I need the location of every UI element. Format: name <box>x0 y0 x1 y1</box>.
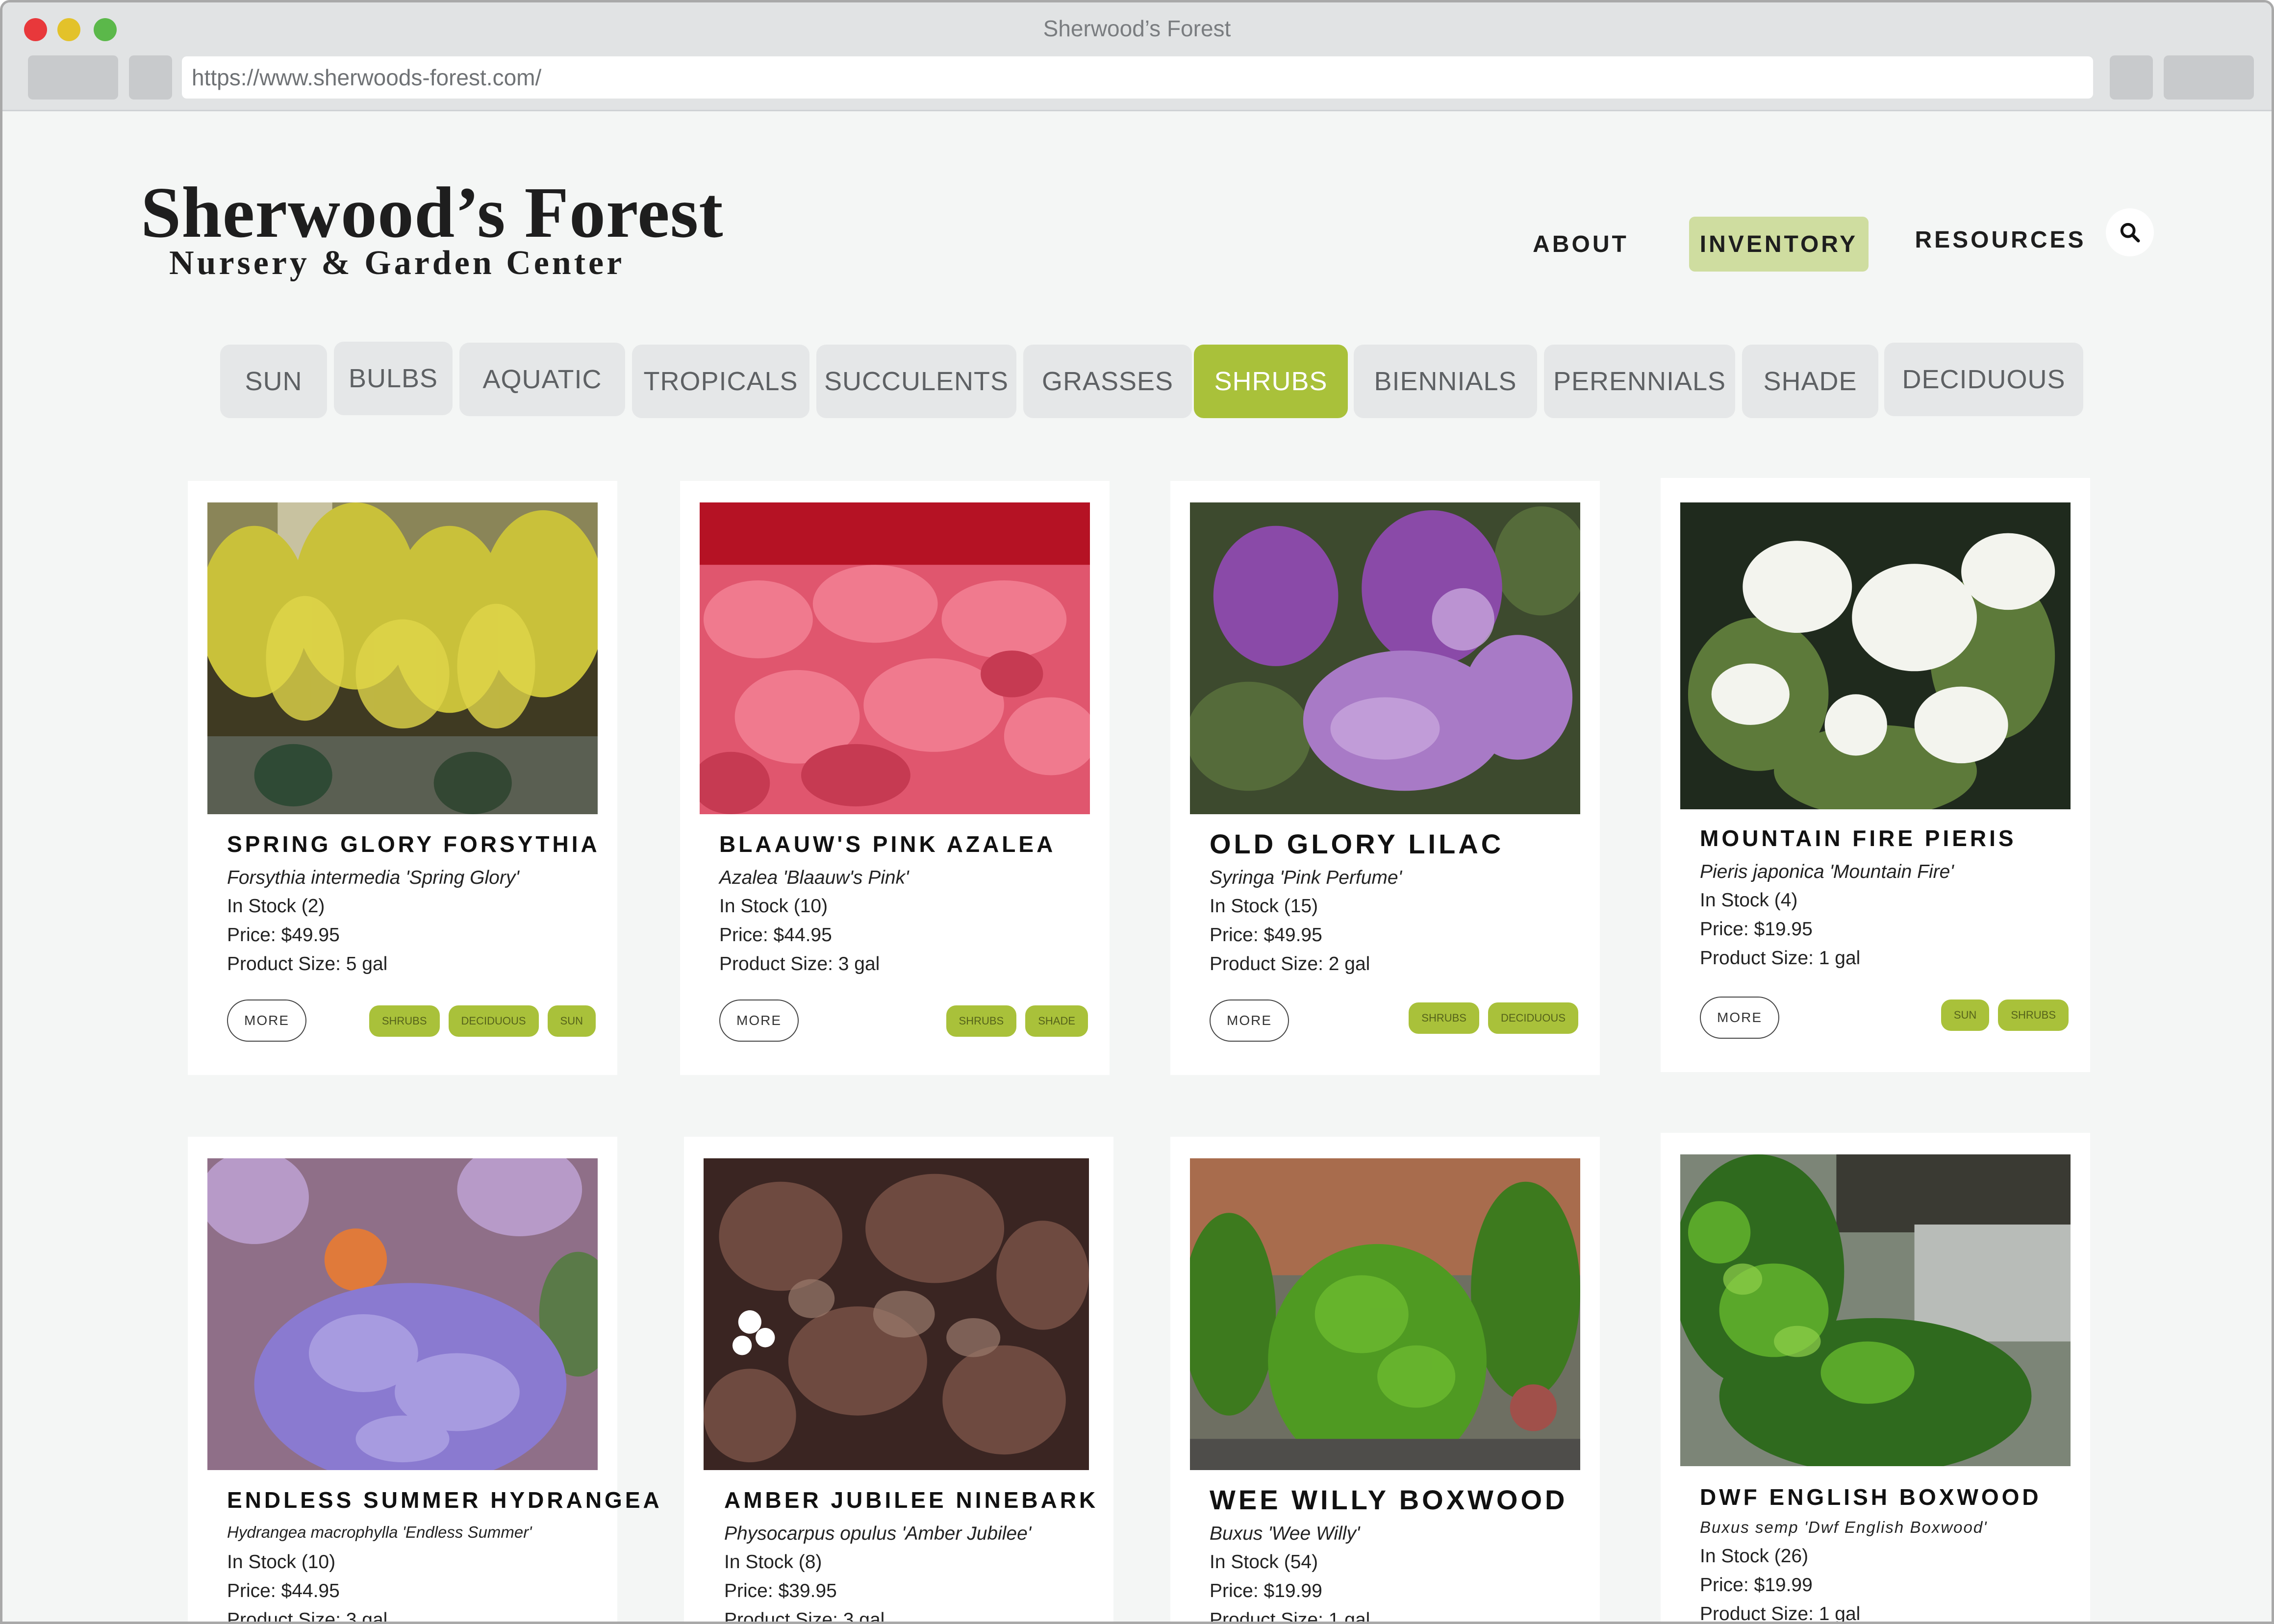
product-image[interactable] <box>1680 1154 2071 1466</box>
more-button[interactable]: MORE <box>227 999 306 1042</box>
tag-deciduous[interactable]: DECIDUOUS <box>448 1005 539 1037</box>
product-name[interactable]: SPRING GLORY FORSYTHIA <box>227 831 600 857</box>
window-title: Sherwood’s Forest <box>1043 16 1231 41</box>
product-latin-name: Azalea 'Blaauw's Pink' <box>719 867 909 888</box>
tab-deciduous[interactable]: DECIDUOUS <box>1884 343 2083 416</box>
product-image[interactable] <box>1680 502 2071 809</box>
product-name[interactable]: AMBER JUBILEE NINEBARK <box>724 1487 1098 1513</box>
product-image[interactable] <box>704 1158 1089 1470</box>
product-tags: SHRUBS DECIDUOUS SUN <box>369 1005 596 1037</box>
product-stock: In Stock (4) <box>1700 890 1798 911</box>
product-price: Price: $49.95 <box>1210 924 1322 946</box>
search-button[interactable] <box>2106 208 2154 256</box>
product-stock: In Stock (26) <box>1700 1546 1809 1567</box>
product-name[interactable]: WEE WILLY BOXWOOD <box>1210 1484 1567 1516</box>
tab-sun[interactable]: SUN <box>220 345 327 418</box>
product-image[interactable] <box>1190 502 1580 814</box>
product-image[interactable] <box>207 502 598 814</box>
product-latin-name: Syringa 'Pink Perfume' <box>1210 867 1402 888</box>
product-card: SPRING GLORY FORSYTHIA Forsythia interme… <box>188 481 617 1075</box>
tag-shrubs[interactable]: SHRUBS <box>946 1005 1017 1037</box>
product-latin-name: Forsythia intermedia 'Spring Glory' <box>227 867 519 888</box>
tag-shrubs[interactable]: SHRUBS <box>1998 999 2069 1031</box>
product-stock: In Stock (2) <box>227 896 325 917</box>
product-card: AMBER JUBILEE NINEBARK Physocarpus opulu… <box>684 1137 1113 1624</box>
tab-grasses[interactable]: GRASSES <box>1023 345 1192 418</box>
product-price: Price: $19.99 <box>1700 1574 1813 1596</box>
product-latin-name: Buxus semp 'Dwf English Boxwood' <box>1700 1518 1988 1536</box>
product-tags: SUN SHRUBS <box>1941 999 2069 1031</box>
tag-shrubs[interactable]: SHRUBS <box>369 1005 440 1037</box>
product-stock: In Stock (15) <box>1210 896 1318 917</box>
product-price: Price: $19.99 <box>1210 1580 1322 1601</box>
product-name[interactable]: ENDLESS SUMMER HYDRANGEA <box>227 1487 662 1513</box>
product-size: Product Size: 3 gal <box>719 953 880 974</box>
product-price: Price: $19.95 <box>1700 919 1813 940</box>
tab-succulents[interactable]: SUCCULENTS <box>816 345 1016 418</box>
nav-inventory[interactable]: INVENTORY <box>1689 217 1869 272</box>
toolbar-button[interactable] <box>2110 55 2153 100</box>
product-latin-name: Buxus 'Wee Willy' <box>1210 1523 1360 1544</box>
address-bar[interactable]: https://www.sherwoods-forest.com/ <box>182 56 2093 99</box>
product-size: Product Size: 1 gal <box>1700 948 1861 969</box>
tag-shrubs[interactable]: SHRUBS <box>1409 1002 1479 1034</box>
product-card: WEE WILLY BOXWOOD Buxus 'Wee Willy' In S… <box>1170 1137 1600 1624</box>
tag-sun[interactable]: SUN <box>1941 999 1990 1031</box>
product-card: ENDLESS SUMMER HYDRANGEA Hydrangea macro… <box>188 1137 659 1624</box>
product-card: DWF ENGLISH BOXWOOD Buxus semp 'Dwf Engl… <box>1661 1133 2090 1624</box>
tab-shade[interactable]: SHADE <box>1742 345 1878 418</box>
product-latin-name: Physocarpus opulus 'Amber Jubilee' <box>724 1523 1032 1544</box>
product-price: Price: $39.95 <box>724 1580 837 1601</box>
more-button[interactable]: MORE <box>1700 997 1779 1039</box>
tag-deciduous[interactable]: DECIDUOUS <box>1488 1002 1578 1034</box>
tab-tropicals[interactable]: TROPICALS <box>632 345 809 418</box>
back-button[interactable] <box>28 55 118 100</box>
product-image[interactable] <box>1190 1158 1580 1470</box>
tab-biennials[interactable]: BIENNIALS <box>1354 345 1537 418</box>
more-button[interactable]: MORE <box>1210 999 1289 1042</box>
product-price: Price: $44.95 <box>227 1580 340 1601</box>
product-name[interactable]: OLD GLORY LILAC <box>1210 828 1504 860</box>
search-icon <box>2120 223 2140 243</box>
product-card: MOUNTAIN FIRE PIERIS Pieris japonica 'Mo… <box>1661 478 2090 1072</box>
tab-aquatic[interactable]: AQUATIC <box>459 343 625 416</box>
product-latin-name: Hydrangea macrophylla 'Endless Summer' <box>227 1523 532 1541</box>
tab-perennials[interactable]: PERENNIALS <box>1544 345 1735 418</box>
product-latin-name: Pieris japonica 'Mountain Fire' <box>1700 861 1954 882</box>
tab-bulbs[interactable]: BULBS <box>334 342 453 415</box>
product-size: Product Size: 1 gal <box>1700 1603 1861 1624</box>
product-stock: In Stock (10) <box>227 1551 336 1573</box>
nav-resources[interactable]: RESOURCES <box>1915 212 2086 267</box>
product-tags: SHRUBS DECIDUOUS <box>1409 1002 1578 1034</box>
product-name[interactable]: BLAAUW'S PINK AZALEA <box>719 831 1056 857</box>
logo-title: Sherwood’s Forest <box>141 173 724 253</box>
site-logo[interactable]: Sherwood’s Forest Nursery & Garden Cente… <box>141 176 724 280</box>
toolbar-menu-button[interactable] <box>2164 55 2254 100</box>
product-card: BLAAUW'S PINK AZALEA Azalea 'Blaauw's Pi… <box>680 481 1110 1075</box>
product-size: Product Size: 3 gal <box>227 1609 388 1624</box>
product-size: Product Size: 2 gal <box>1210 953 1370 974</box>
product-card: OLD GLORY LILAC Syringa 'Pink Perfume' I… <box>1170 481 1600 1075</box>
product-stock: In Stock (54) <box>1210 1551 1318 1573</box>
browser-toolbar: Sherwood’s Forest https://www.sherwoods-… <box>2 2 2272 111</box>
product-name[interactable]: MOUNTAIN FIRE PIERIS <box>1700 825 2017 851</box>
forward-button[interactable] <box>129 55 172 100</box>
product-price: Price: $44.95 <box>719 924 832 946</box>
product-price: Price: $49.95 <box>227 924 340 946</box>
product-stock: In Stock (10) <box>719 896 828 917</box>
product-stock: In Stock (8) <box>724 1551 822 1573</box>
tab-shrubs[interactable]: SHRUBS <box>1194 345 1348 418</box>
tag-sun[interactable]: SUN <box>547 1005 596 1037</box>
tag-shade[interactable]: SHADE <box>1025 1005 1088 1037</box>
more-button[interactable]: MORE <box>719 999 799 1042</box>
product-size: Product Size: 1 gal <box>1210 1609 1370 1624</box>
nav-about[interactable]: ABOUT <box>1505 217 1657 272</box>
product-tags: SHRUBS SHADE <box>946 1005 1088 1037</box>
product-size: Product Size: 5 gal <box>227 953 388 974</box>
product-name[interactable]: DWF ENGLISH BOXWOOD <box>1700 1484 2042 1510</box>
product-image[interactable] <box>700 502 1090 814</box>
product-size: Product Size: 3 gal <box>724 1609 885 1624</box>
browser-window: Sherwood’s Forest https://www.sherwoods-… <box>0 0 2274 1624</box>
product-image[interactable] <box>207 1158 598 1470</box>
